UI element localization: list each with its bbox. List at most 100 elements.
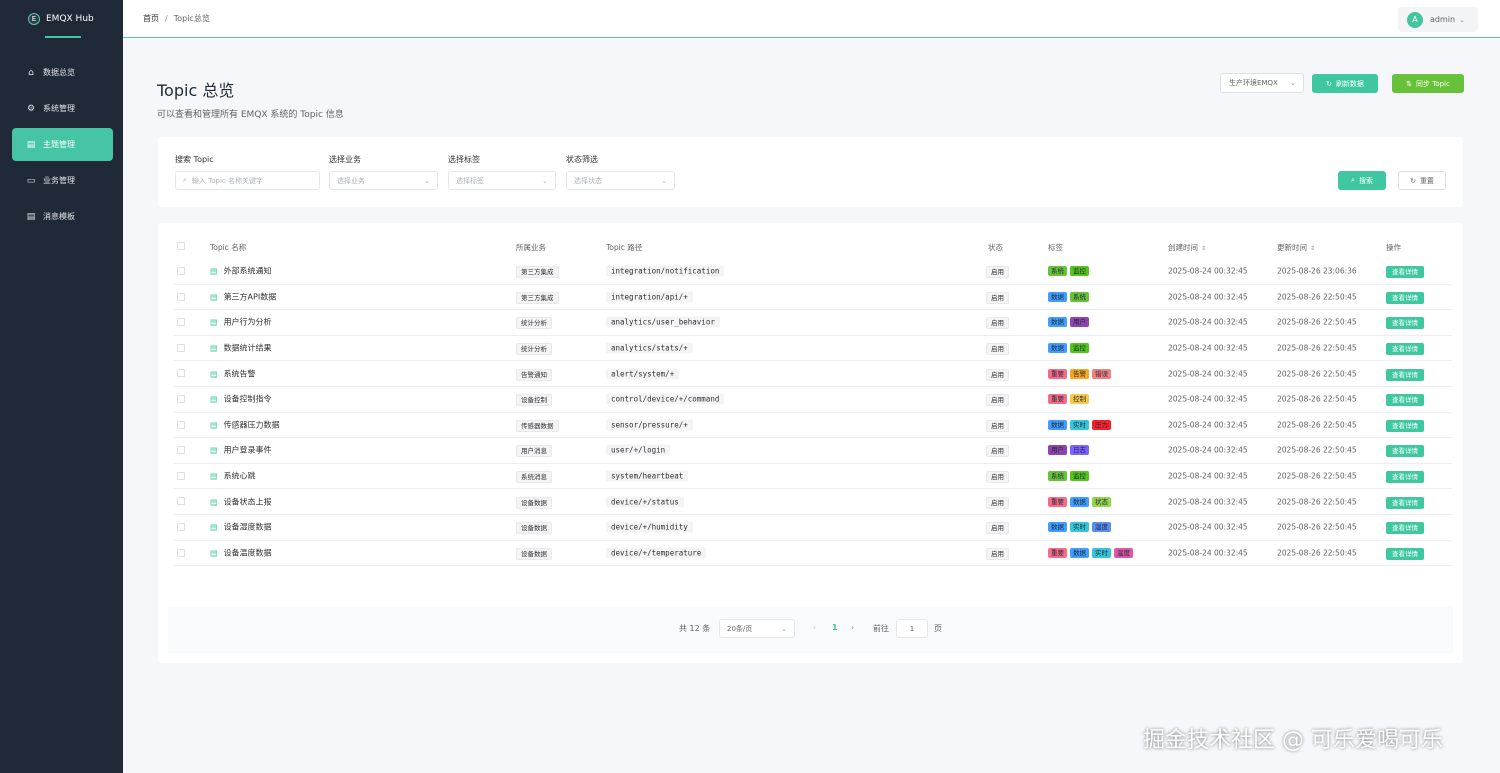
- goto-page-input[interactable]: 1: [896, 619, 928, 638]
- business-select[interactable]: 选择业务 ⌄: [329, 171, 438, 190]
- view-details-button[interactable]: 查看详情: [1386, 291, 1424, 304]
- row-checkbox[interactable]: [177, 446, 185, 455]
- row-checkbox[interactable]: [177, 267, 185, 275]
- topic-path: integration/api/+: [606, 291, 693, 303]
- reset-button[interactable]: ↻ 重置: [1398, 171, 1446, 190]
- breadcrumb-home[interactable]: 首页: [143, 14, 159, 23]
- logo-icon: E: [28, 13, 40, 25]
- business-cell: 统计分析: [516, 317, 552, 330]
- topic-tag: 数据: [1070, 496, 1089, 507]
- row-checkbox[interactable]: [177, 343, 185, 352]
- select-all-checkbox[interactable]: [177, 242, 185, 250]
- view-details-button[interactable]: 查看详情: [1386, 368, 1424, 381]
- created-time: 2025-08-24 00:32:45: [1168, 471, 1248, 481]
- path-cell: integration/api/+: [606, 291, 693, 303]
- created-time: 2025-08-24 00:32:45: [1168, 445, 1248, 455]
- actions-cell: 查看详情: [1386, 317, 1424, 330]
- view-details-button[interactable]: 查看详情: [1386, 343, 1424, 356]
- column-header-path: Topic 路径: [606, 243, 643, 252]
- page-title: Topic 总览: [157, 81, 235, 100]
- tag-placeholder: 选择标签: [456, 176, 484, 185]
- topic-name-cell: ▤ 设备湿度数据: [210, 522, 272, 533]
- row-checkbox[interactable]: [177, 420, 185, 429]
- path-cell: analytics/user_behavior: [606, 316, 720, 328]
- view-details-button[interactable]: 查看详情: [1386, 522, 1424, 535]
- sidebar-item-1[interactable]: ⚙ 系统管理: [12, 92, 113, 125]
- topic-name: 设备状态上报: [223, 497, 272, 507]
- search-button[interactable]: ⌕ 搜索: [1338, 171, 1386, 190]
- sync-topic-button[interactable]: ⇅ 同步 Topic: [1392, 74, 1464, 93]
- row-checkbox[interactable]: [177, 523, 185, 531]
- created-time: 2025-08-24 00:32:45: [1168, 317, 1248, 327]
- topic-name: 设备控制指令: [223, 394, 272, 404]
- status-select[interactable]: 选择状态 ⌄: [566, 171, 675, 190]
- row-checkbox[interactable]: [177, 497, 185, 506]
- row-checkbox[interactable]: [177, 548, 185, 557]
- path-cell: integration/notification: [606, 265, 725, 277]
- table-row: ▤ 用户行为分析 统计分析 analytics/user_behavior 启用 数据 用户…: [174, 310, 1452, 336]
- business-tag: 设备数据: [516, 547, 552, 560]
- topic-tag: 状态: [1092, 496, 1111, 507]
- search-label: 搜索 Topic: [175, 155, 214, 164]
- document-icon: ▤: [210, 317, 218, 327]
- column-header-updated[interactable]: 更新时间 ⇕: [1277, 242, 1315, 253]
- view-details-button[interactable]: 查看详情: [1386, 317, 1424, 330]
- column-header-tags: 标签: [1048, 243, 1063, 252]
- actions-cell: 查看详情: [1386, 394, 1424, 407]
- view-details-button[interactable]: 查看详情: [1386, 547, 1424, 560]
- row-checkbox[interactable]: [177, 318, 185, 327]
- view-details-button[interactable]: 查看详情: [1386, 419, 1424, 432]
- template-icon: ▤: [26, 211, 36, 222]
- sidebar-item-label: 主题管理: [43, 140, 75, 149]
- environment-select-value: 生产环境EMQX: [1229, 79, 1278, 87]
- path-cell: alert/system/+: [606, 368, 680, 380]
- sidebar-item-0[interactable]: ⌂ 数据总览: [12, 56, 113, 89]
- sidebar-item-2[interactable]: ▤ 主题管理: [12, 128, 113, 161]
- refresh-button[interactable]: ↻ 刷新数据: [1312, 74, 1378, 93]
- row-checkbox[interactable]: [177, 471, 185, 480]
- sidebar-item-3[interactable]: ▭ 业务管理: [12, 164, 113, 197]
- topic-tag: 数据: [1048, 522, 1067, 533]
- status-cell: 启用: [986, 496, 1009, 509]
- status-cell: 启用: [986, 317, 1009, 330]
- next-page-button[interactable]: ›: [851, 623, 854, 632]
- column-header-status: 状态: [988, 243, 1003, 252]
- prev-page-button[interactable]: ‹: [813, 623, 816, 632]
- page-size-select[interactable]: 20条/页 ⌄: [719, 619, 795, 638]
- updated-time: 2025-08-26 22:50:45: [1277, 394, 1357, 404]
- tag-select[interactable]: 选择标签 ⌄: [448, 171, 556, 190]
- sidebar-item-label: 业务管理: [43, 176, 75, 185]
- topic-tag: 用户: [1048, 445, 1067, 456]
- table-row: ▤ 传感器压力数据 传感器数据 sensor/pressure/+ 启用 数据 实时 压力 20…: [174, 413, 1452, 439]
- reset-icon: ↻: [1410, 176, 1416, 185]
- updated-time: 2025-08-26 22:50:45: [1277, 548, 1357, 558]
- business-tag: 传感器数据: [516, 419, 559, 432]
- document-icon: ▤: [210, 471, 218, 481]
- row-checkbox[interactable]: [177, 395, 185, 403]
- environment-select[interactable]: 生产环境EMQX ⌄: [1220, 73, 1304, 93]
- user-menu[interactable]: A admin ⌄: [1398, 7, 1478, 32]
- view-details-button[interactable]: 查看详情: [1386, 445, 1424, 458]
- table-row: ▤ 数据统计结果 统计分析 analytics/stats/+ 启用 数据 监控 2025-0…: [174, 336, 1452, 362]
- view-details-button[interactable]: 查看详情: [1386, 471, 1424, 484]
- row-checkbox[interactable]: [177, 369, 185, 378]
- document-icon: ▤: [210, 445, 218, 455]
- topic-path: analytics/stats/+: [606, 342, 693, 354]
- table-row: ▤ 设备温度数据 设备数据 device/+/temperature 启用 重要 数据 实时温…: [174, 541, 1452, 567]
- search-input[interactable]: ⌕ 输入 Topic 名称关键字: [175, 171, 320, 190]
- chevron-down-icon: ⌄: [781, 624, 787, 633]
- logo-underline: [45, 36, 81, 38]
- sidebar-item-4[interactable]: ▤ 消息模板: [12, 200, 113, 233]
- column-header-created[interactable]: 创建时间 ⇕: [1168, 242, 1206, 253]
- business-cell: 用户消息: [516, 445, 552, 458]
- search-placeholder: 输入 Topic 名称关键字: [191, 176, 263, 185]
- view-details-button[interactable]: 查看详情: [1386, 394, 1424, 407]
- pagination: 共 12 条 20条/页 ⌄ ‹ 1 › 前往 1 页: [168, 607, 1453, 653]
- actions-cell: 查看详情: [1386, 496, 1424, 509]
- app-logo[interactable]: E EMQX Hub: [0, 0, 123, 38]
- view-details-button[interactable]: 查看详情: [1386, 496, 1424, 509]
- row-checkbox[interactable]: [177, 292, 185, 301]
- business-cell: 设备控制: [516, 394, 552, 407]
- view-details-button[interactable]: 查看详情: [1386, 266, 1424, 279]
- page-number-current[interactable]: 1: [832, 623, 838, 632]
